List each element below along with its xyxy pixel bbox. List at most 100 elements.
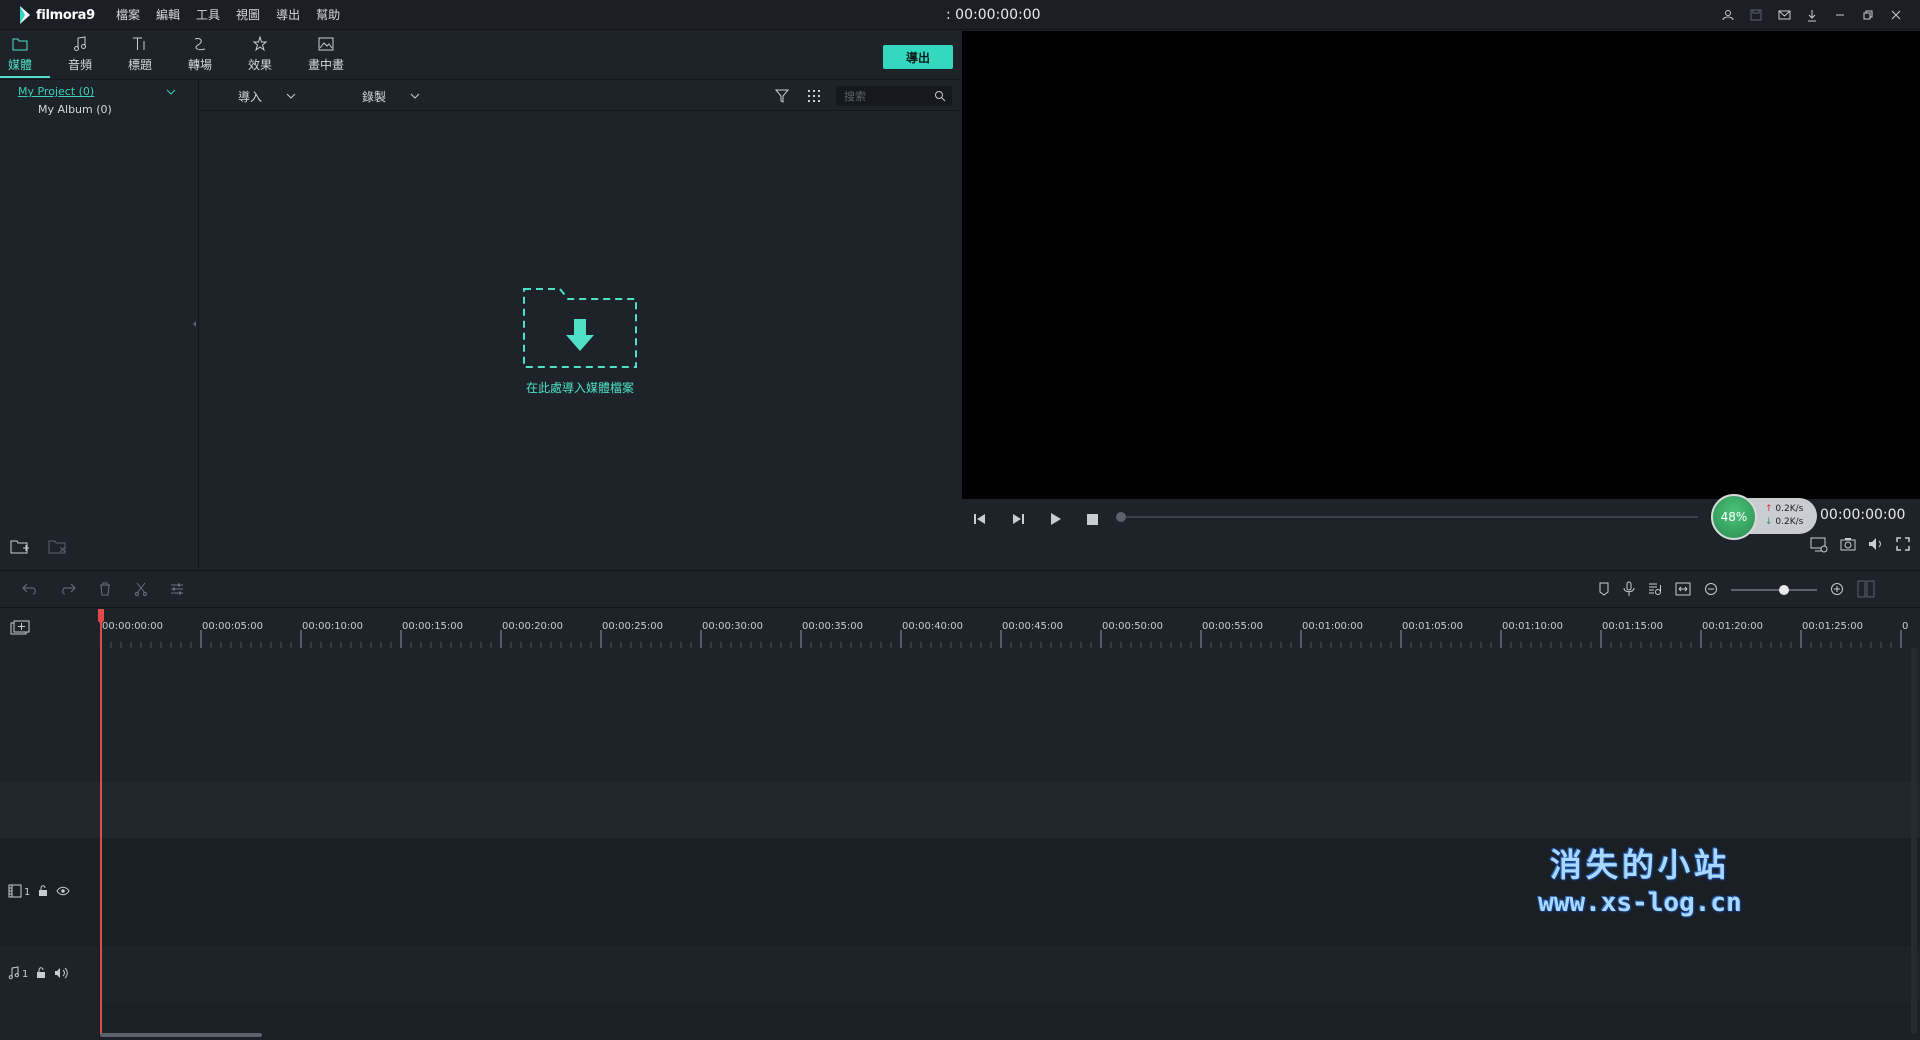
layout-toggle-icon[interactable] xyxy=(1857,580,1875,601)
ruler-label: 00:00:40:00 xyxy=(902,621,963,632)
grid-view-icon[interactable] xyxy=(807,89,821,106)
search-input[interactable] xyxy=(836,89,926,103)
mail-icon[interactable] xyxy=(1770,0,1798,30)
new-folder-icon[interactable] xyxy=(10,539,30,558)
project-sidebar: My Project (0) My Album (0) xyxy=(0,81,199,568)
preview-monitor xyxy=(962,31,1920,499)
menu-help[interactable]: 幫助 xyxy=(308,0,348,30)
add-track-icon[interactable] xyxy=(10,620,30,639)
zoom-out-icon[interactable] xyxy=(1704,582,1718,599)
redo-icon[interactable] xyxy=(60,582,76,599)
tab-transitions-label: 轉場 xyxy=(187,58,212,72)
cut-icon[interactable] xyxy=(134,582,148,599)
tab-titles[interactable]: 標題 xyxy=(110,34,170,78)
record-dropdown[interactable]: 錄製 xyxy=(362,81,420,111)
timeline-horizontal-scrollbar[interactable] xyxy=(100,1033,262,1037)
undo-icon[interactable] xyxy=(22,582,38,599)
import-label: 導入 xyxy=(238,89,263,104)
video-track-icon xyxy=(8,884,22,901)
account-icon[interactable] xyxy=(1714,0,1742,30)
adjust-icon[interactable] xyxy=(170,582,184,599)
import-dropdown[interactable]: 導入 xyxy=(238,81,296,111)
audio-track-number: 1 xyxy=(22,968,29,980)
fullscreen-icon[interactable] xyxy=(1896,537,1910,556)
import-drop-zone[interactable]: 在此處導入媒體檔案 xyxy=(522,287,638,397)
empty-track-lane[interactable] xyxy=(100,648,1920,782)
lock-icon[interactable] xyxy=(36,966,46,982)
menu-edit[interactable]: 編輯 xyxy=(148,0,188,30)
export-button[interactable]: 導出 xyxy=(883,45,953,69)
track-spacer-lane xyxy=(100,782,1920,838)
tab-media[interactable]: 媒體 xyxy=(0,34,50,78)
fit-timeline-icon[interactable] xyxy=(1675,582,1691,599)
ruler-label: 00:00:00:00 xyxy=(102,621,163,632)
tab-pip[interactable]: 畫中畫 xyxy=(296,34,356,78)
delete-folder-icon[interactable] xyxy=(48,539,68,558)
stop-icon[interactable] xyxy=(1082,509,1102,529)
menu-export[interactable]: 導出 xyxy=(268,0,308,30)
music-note-icon xyxy=(73,34,87,54)
sidebar-actions xyxy=(10,539,68,558)
ruler-ticks: 00:00:00:00 00:00:05:00 00:00:10:00 00:00:1… xyxy=(100,621,1908,648)
playhead-handle[interactable] xyxy=(98,609,104,623)
edit-tools xyxy=(22,571,184,609)
filter-icon[interactable] xyxy=(774,89,790,106)
zoom-slider[interactable] xyxy=(1731,585,1817,595)
chevron-down-icon[interactable] xyxy=(166,85,176,99)
download-icon[interactable] xyxy=(1798,0,1826,30)
watermark: 消失的小站 www.xs-log.cn xyxy=(1530,840,1750,918)
text-title-icon xyxy=(132,34,148,54)
chevron-down-icon xyxy=(410,89,420,103)
minimize-icon[interactable] xyxy=(1826,0,1854,30)
tab-audio[interactable]: 音頻 xyxy=(50,34,110,78)
tab-transitions[interactable]: 轉場 xyxy=(170,34,230,78)
speaker-icon[interactable] xyxy=(54,967,69,982)
collapse-sidebar-icon[interactable] xyxy=(190,317,198,331)
timeline-vertical-scrollbar[interactable] xyxy=(1911,648,1917,1033)
ruler-label: 00:01:05:00 xyxy=(1402,621,1463,632)
menu-view[interactable]: 視圖 xyxy=(228,0,268,30)
audio-track-lane[interactable] xyxy=(100,946,1920,1002)
microphone-icon[interactable] xyxy=(1623,581,1635,600)
menu-file[interactable]: 檔案 xyxy=(108,0,148,30)
ruler-label: 00:00:35:00 xyxy=(802,621,863,632)
picture-icon xyxy=(318,34,334,54)
step-forward-icon[interactable] xyxy=(1008,509,1028,529)
app-logo: filmora9 xyxy=(18,4,95,26)
step-back-icon[interactable] xyxy=(970,509,990,529)
performance-widget: 48% ↑ 0.2K/s ↓ 0.2K/s xyxy=(1711,494,1819,540)
menu-tools[interactable]: 工具 xyxy=(188,0,228,30)
playhead[interactable] xyxy=(100,609,102,1035)
eye-icon[interactable] xyxy=(56,885,70,899)
ruler-label: 00:01:00:00 xyxy=(1302,621,1363,632)
ruler-label: 00:00:50:00 xyxy=(1102,621,1163,632)
tab-effects-label: 效果 xyxy=(247,58,272,72)
voiceover-icon[interactable] xyxy=(1648,582,1662,599)
delete-icon[interactable] xyxy=(98,582,112,599)
filmora-window: filmora9 檔案 編輯 工具 視圖 導出 幫助 : 00:00:00:00… xyxy=(0,0,1920,1040)
close-icon[interactable] xyxy=(1882,0,1910,30)
timeline-ruler[interactable]: 00:00:00:00 00:00:05:00 00:00:10:00 00:00:1… xyxy=(0,609,1920,648)
tree-item-my-project[interactable]: My Project (0) xyxy=(18,85,94,98)
volume-icon[interactable] xyxy=(1868,537,1884,556)
search-icon[interactable] xyxy=(934,90,946,105)
record-label: 錄製 xyxy=(362,89,387,104)
play-icon[interactable] xyxy=(1046,509,1066,529)
tree-item-my-album[interactable]: My Album (0) xyxy=(38,103,112,116)
ruler-label: 00:01:20:00 xyxy=(1702,621,1763,632)
seek-handle[interactable] xyxy=(1116,512,1126,522)
track-headers: 1 1 xyxy=(0,648,100,1040)
render-settings-icon[interactable] xyxy=(1810,537,1828,556)
zoom-in-icon[interactable] xyxy=(1830,582,1844,599)
restore-icon[interactable] xyxy=(1854,0,1882,30)
snapshot-icon[interactable] xyxy=(1840,537,1856,556)
seek-bar[interactable] xyxy=(1120,516,1698,518)
zoom-slider-knob[interactable] xyxy=(1779,585,1789,595)
tab-effects[interactable]: 效果 xyxy=(230,34,290,78)
media-toolbar: 導入 錄製 xyxy=(200,81,960,111)
save-icon[interactable] xyxy=(1742,0,1770,30)
marker-icon[interactable] xyxy=(1598,582,1610,599)
lock-icon[interactable] xyxy=(38,884,48,900)
ruler-label: 00:00:20:00 xyxy=(502,621,563,632)
empty-track-header xyxy=(0,648,100,782)
